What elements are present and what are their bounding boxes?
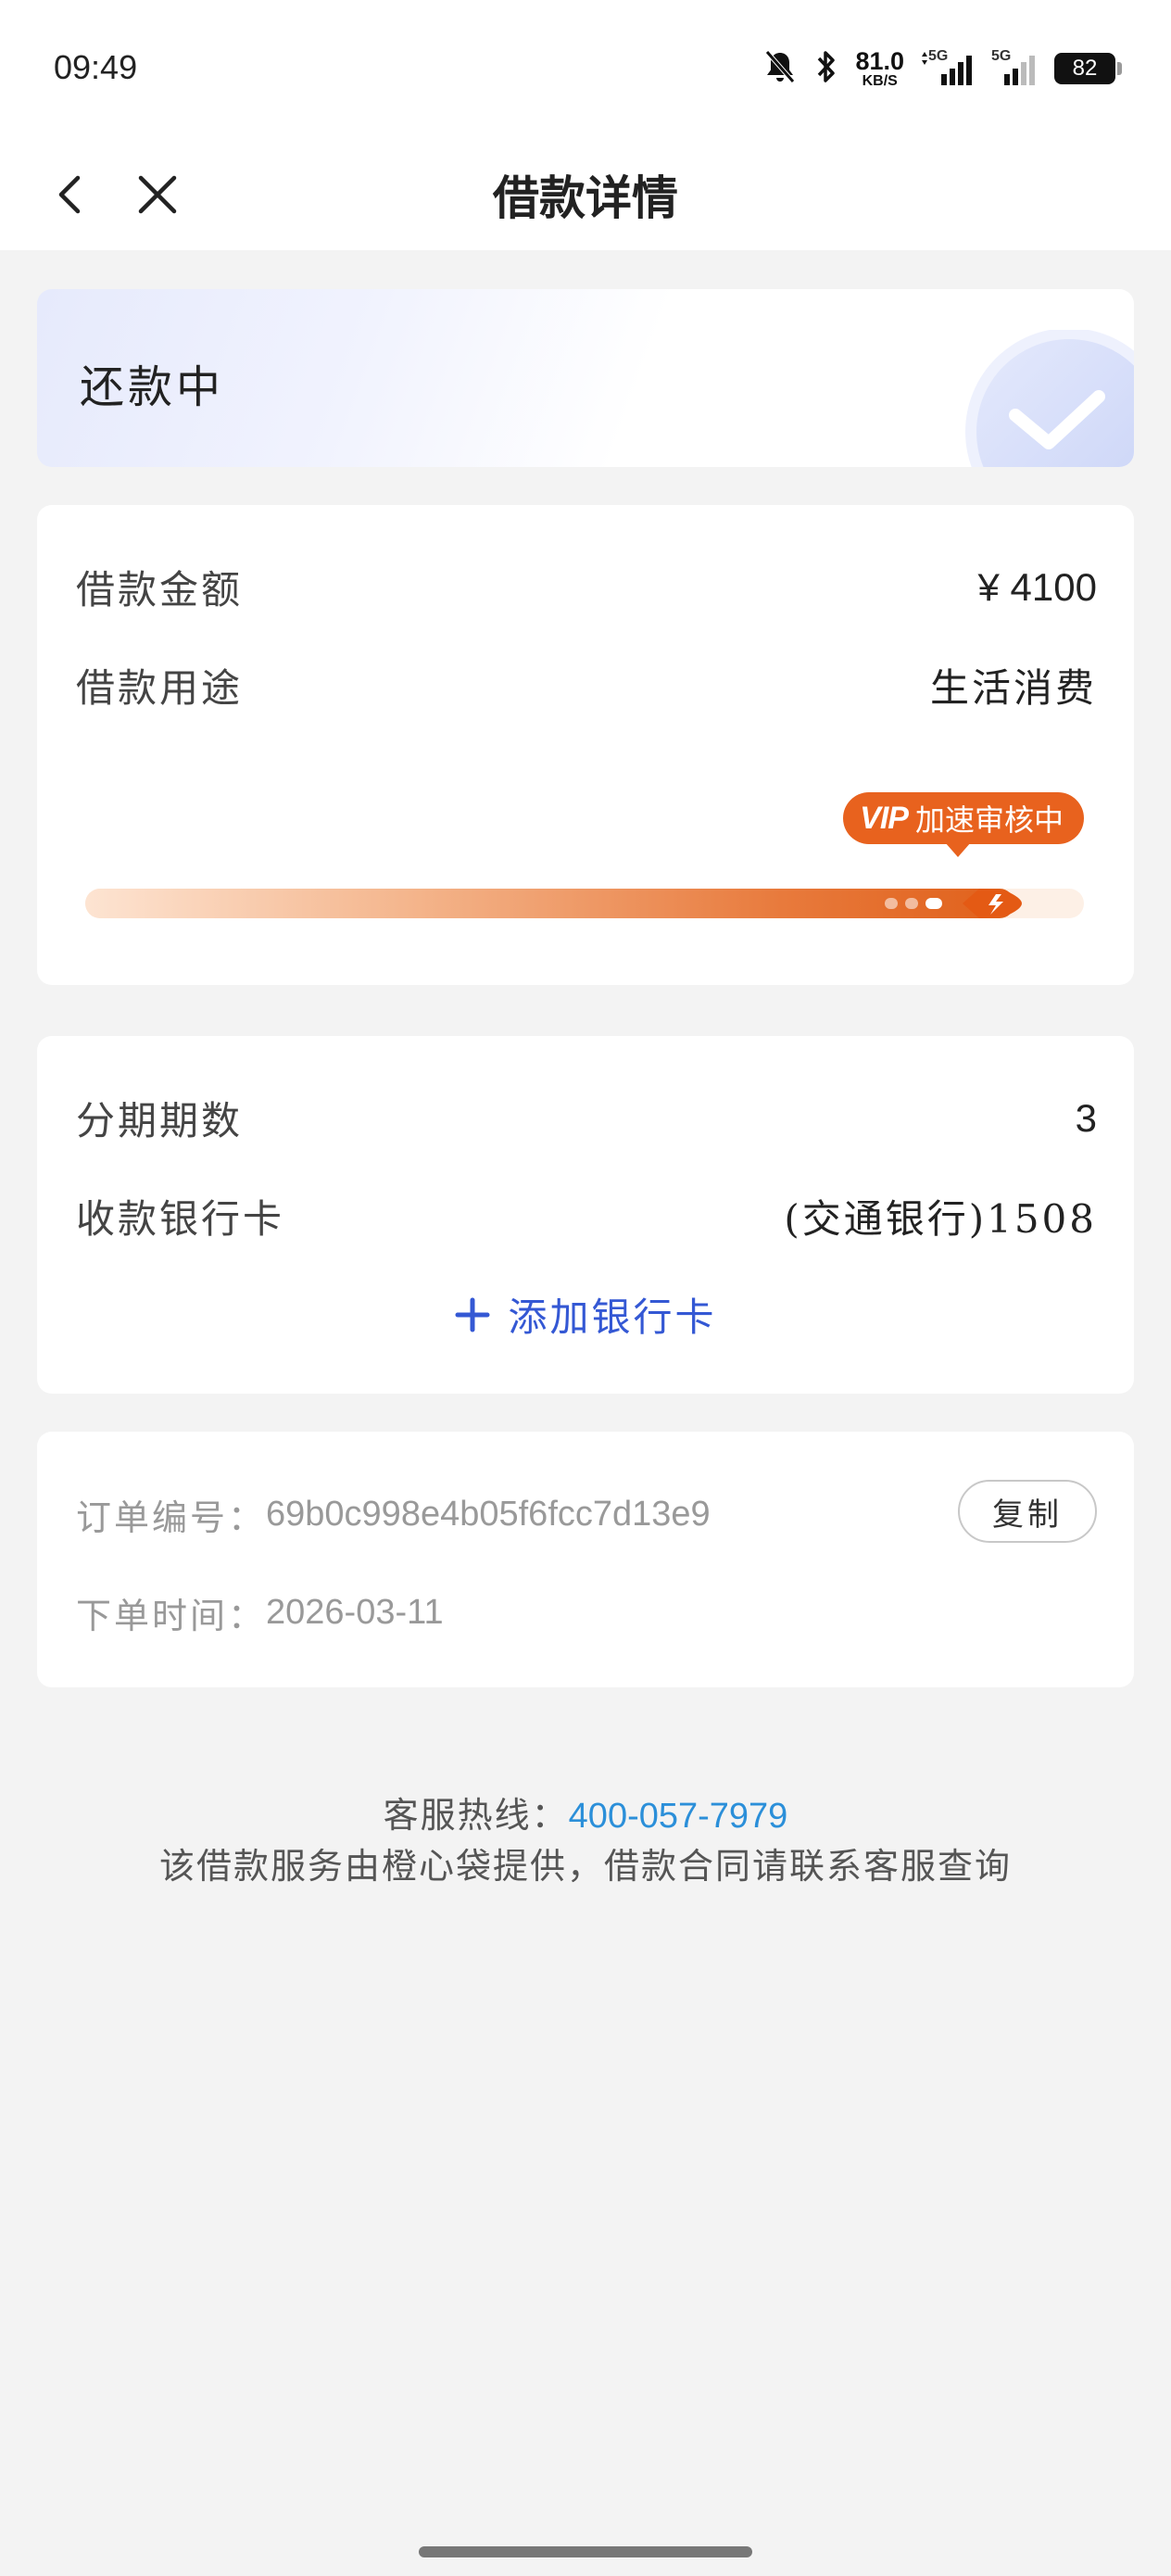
loan-status-card: 还款中 xyxy=(37,289,1134,467)
order-info-card: 订单编号： 69b0c998e4b05f6fcc7d13e9 复制 下单时间： … xyxy=(37,1432,1134,1687)
add-bank-card-button[interactable]: 添加银行卡 xyxy=(37,1286,1134,1343)
rocket-icon xyxy=(963,889,1022,918)
nav-bar: 借款详情 xyxy=(0,139,1171,250)
progress-track xyxy=(85,889,1084,918)
vip-accelerated-review-badge: VIP 加速审核中 xyxy=(843,792,1084,857)
loan-purpose-label: 借款用途 xyxy=(76,665,244,711)
loan-amount-value: ¥ 4100 xyxy=(977,564,1097,609)
bluetooth-icon xyxy=(814,48,838,89)
battery-indicator: 82 xyxy=(1054,53,1122,84)
order-number-row: 订单编号： 69b0c998e4b05f6fcc7d13e9 xyxy=(76,1489,711,1540)
net-speed-unit: KB/S xyxy=(862,72,898,89)
receiving-bank-card-label: 收款银行卡 xyxy=(76,1196,285,1242)
review-progress: VIP 加速审核中 xyxy=(85,792,1084,931)
loan-purpose-row: 借款用途 生活消费 xyxy=(76,657,1097,713)
vip-label: VIP xyxy=(860,800,909,836)
net-speed-value: 81.0 xyxy=(855,46,904,75)
mute-bell-icon xyxy=(762,48,798,89)
installment-card: 分期期数 3 收款银行卡 (交通银行)1508 添加银行卡 xyxy=(37,1036,1134,1394)
installment-periods-label: 分期期数 xyxy=(76,1098,244,1143)
net-speed: 81.0 KB/S xyxy=(855,46,904,89)
hotline-label: 客服热线： xyxy=(383,1795,569,1836)
order-number-value: 69b0c998e4b05f6fcc7d13e9 xyxy=(266,1495,711,1534)
add-bank-card-label: 添加银行卡 xyxy=(508,1294,717,1340)
signal-5g-icon: 5G xyxy=(921,48,975,89)
hotline-line: 客服热线：400-057-7979 xyxy=(0,1790,1171,1841)
review-status-label: 加速审核中 xyxy=(914,802,1064,838)
progress-fill xyxy=(85,889,1014,918)
hotline-phone-link[interactable]: 400-057-7979 xyxy=(569,1797,788,1836)
footer: 客服热线：400-057-7979 该借款服务由橙心袋提供，借款合同请联系客服查… xyxy=(0,1790,1171,1891)
order-time-value: 2026-03-11 xyxy=(266,1593,444,1632)
loan-amount-row: 借款金额 ¥ 4100 xyxy=(76,559,1097,615)
copy-order-number-button[interactable]: 复制 xyxy=(958,1480,1097,1543)
order-time-row: 下单时间： 2026-03-11 xyxy=(76,1587,444,1638)
installment-periods-row: 分期期数 3 xyxy=(76,1090,1097,1146)
plus-icon xyxy=(455,1297,490,1332)
clock: 09:49 xyxy=(54,48,138,86)
progress-dots xyxy=(885,898,942,909)
loan-purpose-value: 生活消费 xyxy=(929,665,1097,711)
receiving-bank-card-value: (交通银行)1508 xyxy=(784,1196,1097,1242)
order-time-label: 下单时间： xyxy=(76,1596,267,1636)
installment-periods-value: 3 xyxy=(1075,1095,1097,1140)
order-number-label: 订单编号： xyxy=(76,1497,267,1538)
home-indicator[interactable] xyxy=(419,2546,752,2557)
receiving-bank-card-row[interactable]: 收款银行卡 (交通银行)1508 xyxy=(76,1188,1097,1244)
page-title: 借款详情 xyxy=(493,170,678,225)
signal-5g-secondary-icon: 5G xyxy=(991,48,1038,89)
service-disclaimer: 该借款服务由橙心袋提供，借款合同请联系客服查询 xyxy=(158,1846,1012,1887)
loan-info-card: 借款金额 ¥ 4100 借款用途 生活消费 VIP 加速审核中 xyxy=(37,505,1134,985)
status-icons: 81.0 KB/S 5G 5G 82 xyxy=(762,43,1122,95)
check-circle-icon xyxy=(965,330,1134,467)
loan-status-text: 还款中 xyxy=(80,361,225,413)
status-bar: 09:49 81.0 KB/S 5G 5G 82 xyxy=(0,0,1171,139)
loan-amount-label: 借款金额 xyxy=(76,567,244,612)
